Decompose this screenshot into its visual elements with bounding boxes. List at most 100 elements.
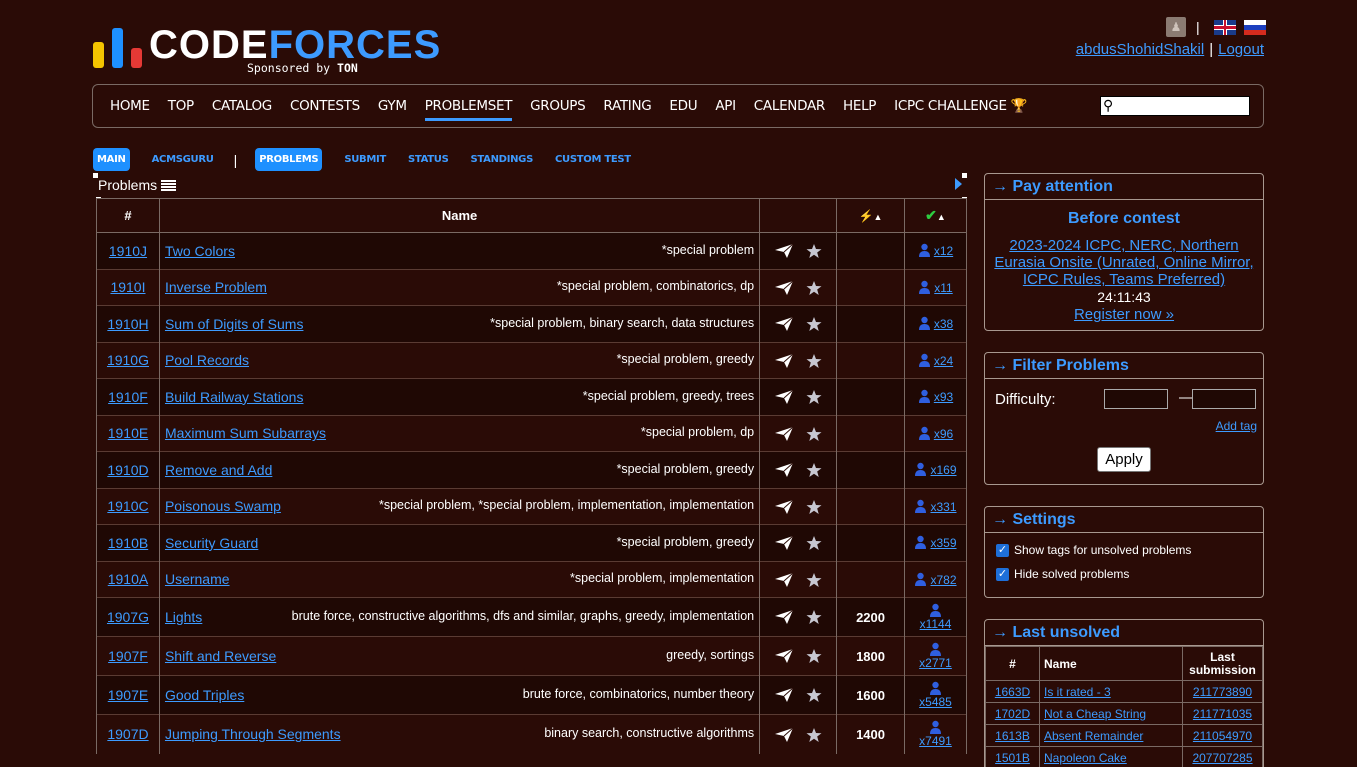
favourite-star-icon[interactable] [806,353,822,369]
problem-id-link[interactable]: 1910G [107,352,149,368]
nav-gym[interactable]: GYM [378,98,407,114]
search-input[interactable] [1121,98,1245,114]
col-rating[interactable]: ⚡▲ [836,198,905,233]
unsolved-name-link[interactable]: Absent Remainder [1044,729,1143,743]
unsolved-id-link[interactable]: 1501B [995,751,1030,765]
tab-status[interactable]: STATUS [408,154,449,165]
search-box[interactable]: ⚲ [1100,96,1250,116]
show-tags-option[interactable]: ✓ Show tags for unsolved problems [996,543,1257,557]
problem-name-link[interactable]: Good Triples [165,687,244,703]
unsolved-name-link[interactable]: Not a Cheap String [1044,707,1146,721]
solvers-link[interactable]: x24 [918,353,953,368]
logout-link[interactable]: Logout [1218,41,1264,58]
problem-name-link[interactable]: Maximum Sum Subarrays [165,425,326,441]
problem-name-link[interactable]: Two Colors [165,243,235,259]
problem-id-link[interactable]: 1910I [110,279,145,295]
register-link[interactable]: Register now » [1074,306,1174,323]
solvers-link[interactable]: x38 [918,317,953,331]
avatar[interactable]: ♟ [1166,17,1186,37]
nav-icpc-challenge[interactable]: ICPC CHALLENGE 🏆 [894,98,1027,114]
favourite-star-icon[interactable] [806,609,822,625]
apply-button[interactable]: Apply [1097,447,1151,472]
submit-icon[interactable] [774,609,794,625]
favourite-star-icon[interactable] [806,389,822,405]
problem-id-link[interactable]: 1910F [108,389,148,405]
submit-icon[interactable] [774,687,794,703]
submit-icon[interactable] [774,648,794,664]
submit-icon[interactable] [774,353,794,369]
checkbox-checked-icon[interactable]: ✓ [996,543,1009,557]
contest-link[interactable]: 2023-2024 ICPC, NERC, Northern Eurasia O… [994,237,1253,288]
problem-id-link[interactable]: 1907F [108,648,148,664]
list-icon[interactable] [161,179,177,191]
solvers-link[interactable]: x782 [914,572,957,587]
tab-custom-test[interactable]: CUSTOM TEST [555,154,631,165]
problem-name-link[interactable]: Remove and Add [165,462,272,478]
username-link[interactable]: abdusShohidShakil [1076,41,1204,58]
submit-icon[interactable] [774,572,794,588]
solvers-link[interactable]: x331 [914,499,957,514]
submit-icon[interactable] [774,499,794,515]
solvers-link[interactable]: x7491 [905,720,966,748]
solvers-link[interactable]: x5485 [905,681,966,709]
nav-help[interactable]: HELP [843,98,876,114]
unsolved-id-link[interactable]: 1702D [995,707,1030,721]
hide-solved-option[interactable]: ✓ Hide solved problems [996,567,1257,581]
problem-name-link[interactable]: Build Railway Stations [165,389,304,405]
solvers-link[interactable]: x2771 [905,642,966,670]
checkbox-checked-icon[interactable]: ✓ [996,567,1009,581]
english-flag-icon[interactable] [1213,19,1236,35]
favourite-star-icon[interactable] [806,316,822,332]
problem-id-link[interactable]: 1907G [107,609,149,625]
submit-icon[interactable] [774,243,794,259]
difficulty-min-input[interactable] [1104,389,1168,409]
submit-icon[interactable] [774,462,794,478]
problem-name-link[interactable]: Pool Records [165,352,249,368]
submission-link[interactable]: 211773890 [1193,685,1252,699]
codeforces-logo[interactable]: CODEFORCES Sponsored by TON [93,22,440,78]
favourite-star-icon[interactable] [806,572,822,588]
unsolved-name-link[interactable]: Napoleon Cake [1044,751,1127,765]
submit-icon[interactable] [774,426,794,442]
problem-id-link[interactable]: 1910H [107,316,148,332]
problem-id-link[interactable]: 1910A [108,571,148,587]
russian-flag-icon[interactable] [1243,19,1266,35]
unsolved-id-link[interactable]: 1613B [995,729,1030,743]
favourite-star-icon[interactable] [806,535,822,551]
problem-name-link[interactable]: Username [165,571,230,587]
submit-icon[interactable] [774,727,794,743]
problem-id-link[interactable]: 1910E [108,425,148,441]
difficulty-max-input[interactable] [1192,389,1256,409]
add-tag-link[interactable]: Add tag [1216,419,1257,433]
col-id[interactable]: # [96,198,160,233]
problem-id-link[interactable]: 1910B [108,535,148,551]
unsolved-id-link[interactable]: 1663D [995,685,1030,699]
col-solved[interactable]: ✔▲ [904,198,967,233]
submission-link[interactable]: 207707285 [1192,751,1252,765]
submission-link[interactable]: 211771035 [1193,707,1252,721]
favourite-star-icon[interactable] [806,499,822,515]
problem-name-link[interactable]: Shift and Reverse [165,648,276,664]
problem-name-link[interactable]: Jumping Through Segments [165,726,341,742]
problem-id-link[interactable]: 1910C [107,498,148,514]
tab-submit[interactable]: SUBMIT [344,154,386,165]
nav-problemset[interactable]: PROBLEMSET [424,98,513,121]
favourite-star-icon[interactable] [806,280,822,296]
solvers-link[interactable]: x1144 [905,603,966,631]
nav-contests[interactable]: CONTESTS [290,98,360,114]
submit-icon[interactable] [774,535,794,551]
solvers-link[interactable]: x93 [918,390,953,404]
nav-calendar[interactable]: CALENDAR [754,98,825,114]
arrow-right-icon[interactable] [955,178,962,190]
problem-id-link[interactable]: 1910D [107,462,148,478]
submit-icon[interactable] [774,316,794,332]
submission-link[interactable]: 211054970 [1193,729,1252,743]
favourite-star-icon[interactable] [806,426,822,442]
nav-api[interactable]: API [715,98,736,114]
nav-rating[interactable]: RATING [603,98,651,114]
nav-edu[interactable]: EDU [669,98,697,114]
submit-icon[interactable] [774,389,794,405]
problem-name-link[interactable]: Sum of Digits of Sums [165,316,304,332]
favourite-star-icon[interactable] [806,727,822,743]
favourite-star-icon[interactable] [806,243,822,259]
